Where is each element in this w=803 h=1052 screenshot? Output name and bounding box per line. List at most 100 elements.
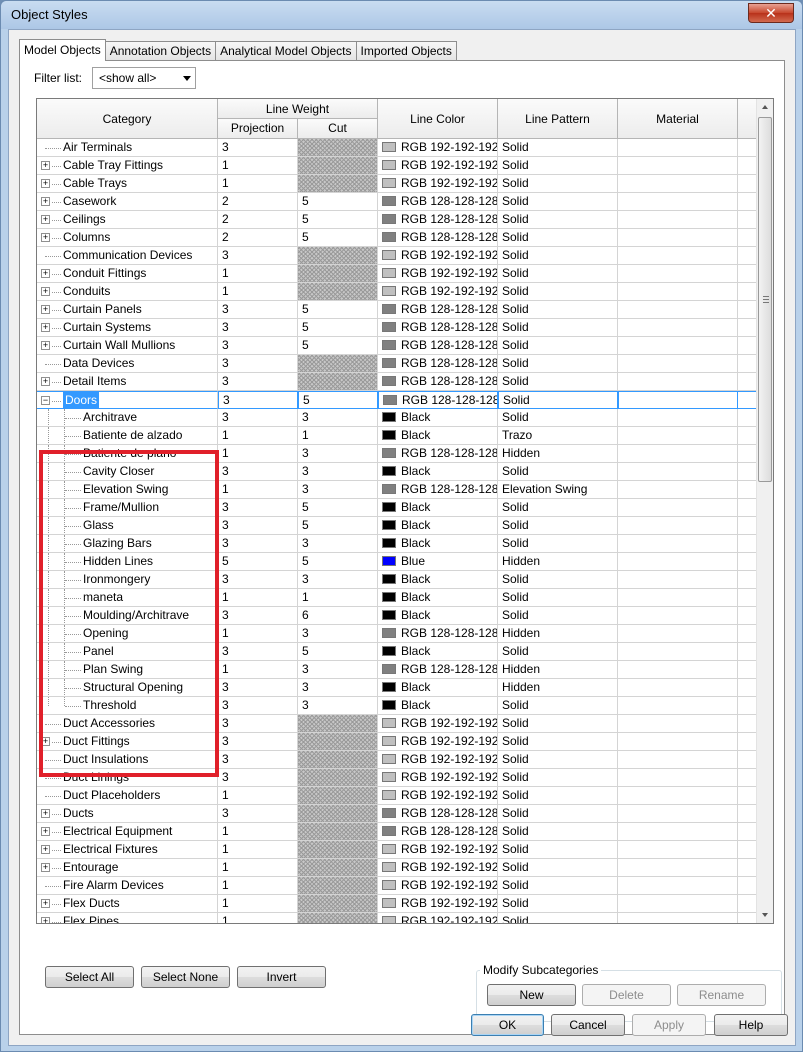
material-cell[interactable] — [618, 877, 738, 895]
line-pattern-cell[interactable]: Solid — [498, 265, 618, 283]
line-pattern-cell[interactable]: Solid — [498, 157, 618, 175]
cut-cell[interactable] — [298, 283, 378, 301]
line-pattern-cell[interactable]: Solid — [498, 535, 618, 553]
table-row[interactable]: Threshold 3 3 Black Solid — [37, 697, 757, 715]
category-cell[interactable]: Data Devices — [37, 355, 218, 373]
projection-cell[interactable]: 1 — [218, 625, 298, 643]
line-pattern-cell[interactable]: Solid — [498, 193, 618, 211]
line-color-cell[interactable]: RGB 192-192-192 — [378, 859, 498, 877]
tab-imported-objects[interactable]: Imported Objects — [355, 41, 457, 61]
projection-cell[interactable]: 3 — [218, 517, 298, 535]
rename-subcategory-button[interactable]: Rename — [677, 984, 766, 1006]
line-pattern-cell[interactable]: Solid — [498, 373, 618, 391]
material-cell[interactable] — [618, 463, 738, 481]
cut-cell[interactable] — [298, 805, 378, 823]
line-color-cell[interactable]: RGB 128-128-128 — [378, 481, 498, 499]
line-color-cell[interactable]: RGB 128-128-128 — [378, 625, 498, 643]
table-row[interactable]: Cavity Closer 3 3 Black Solid — [37, 463, 757, 481]
apply-button[interactable]: Apply — [632, 1014, 706, 1036]
material-cell[interactable] — [618, 535, 738, 553]
line-color-cell[interactable]: RGB 192-192-192 — [378, 751, 498, 769]
table-row[interactable]: + Detail Items 3 RGB 128-128-128 Solid — [37, 373, 757, 391]
cut-cell[interactable] — [298, 751, 378, 769]
cut-cell[interactable]: 1 — [298, 427, 378, 445]
line-color-cell[interactable]: Black — [378, 697, 498, 715]
cut-cell[interactable] — [298, 355, 378, 373]
cut-cell[interactable] — [298, 859, 378, 877]
line-color-cell[interactable]: RGB 192-192-192 — [378, 787, 498, 805]
projection-cell[interactable]: 3 — [218, 373, 298, 391]
table-row[interactable]: + Conduits 1 RGB 192-192-192 Solid — [37, 283, 757, 301]
category-cell[interactable]: + Duct Fittings — [37, 733, 218, 751]
table-row[interactable]: Hidden Lines 5 5 Blue Hidden — [37, 553, 757, 571]
scroll-up-button[interactable] — [757, 99, 773, 116]
table-row[interactable]: + Flex Pipes 1 RGB 192-192-192 Solid — [37, 913, 757, 923]
line-color-cell[interactable]: RGB 192-192-192 — [378, 769, 498, 787]
cut-cell[interactable]: 3 — [298, 625, 378, 643]
cut-cell[interactable]: 5 — [298, 517, 378, 535]
category-cell[interactable]: + Flex Pipes — [37, 913, 218, 923]
expand-icon[interactable]: + — [41, 827, 50, 836]
category-cell[interactable]: + Curtain Panels — [37, 301, 218, 319]
material-cell[interactable] — [618, 787, 738, 805]
material-cell[interactable] — [618, 643, 738, 661]
category-cell[interactable]: Elevation Swing — [37, 481, 218, 499]
line-color-cell[interactable]: Black — [378, 517, 498, 535]
category-cell[interactable]: + Flex Ducts — [37, 895, 218, 913]
line-pattern-cell[interactable]: Solid — [498, 787, 618, 805]
material-cell[interactable] — [618, 751, 738, 769]
line-color-cell[interactable]: Black — [378, 607, 498, 625]
material-cell[interactable] — [618, 373, 738, 391]
cut-cell[interactable]: 5 — [298, 643, 378, 661]
category-cell[interactable]: Cavity Closer — [37, 463, 218, 481]
line-pattern-cell[interactable]: Solid — [498, 895, 618, 913]
line-pattern-cell[interactable]: Solid — [498, 229, 618, 247]
material-cell[interactable] — [618, 409, 738, 427]
line-color-cell[interactable]: RGB 192-192-192 — [378, 247, 498, 265]
expand-icon[interactable]: + — [41, 377, 50, 386]
table-row[interactable]: Panel 3 5 Black Solid — [37, 643, 757, 661]
cut-cell[interactable]: 5 — [298, 499, 378, 517]
line-color-cell[interactable]: RGB 192-192-192 — [378, 841, 498, 859]
line-pattern-cell[interactable]: Solid — [498, 175, 618, 193]
line-color-cell[interactable]: Black — [378, 589, 498, 607]
table-row[interactable]: + Flex Ducts 1 RGB 192-192-192 Solid — [37, 895, 757, 913]
table-row[interactable]: + Curtain Wall Mullions 3 5 RGB 128-128-128 S… — [37, 337, 757, 355]
table-row[interactable]: maneta 1 1 Black Solid — [37, 589, 757, 607]
projection-cell[interactable]: 3 — [218, 409, 298, 427]
select-none-button[interactable]: Select None — [141, 966, 230, 988]
table-row[interactable]: Architrave 3 3 Black Solid — [37, 409, 757, 427]
cut-cell[interactable]: 5 — [298, 337, 378, 355]
projection-cell[interactable]: 1 — [218, 823, 298, 841]
projection-cell[interactable]: 1 — [218, 661, 298, 679]
line-color-cell[interactable]: RGB 192-192-192 — [378, 139, 498, 157]
material-cell[interactable] — [618, 427, 738, 445]
category-cell[interactable]: + Ducts — [37, 805, 218, 823]
projection-cell[interactable]: 2 — [218, 211, 298, 229]
cut-cell[interactable]: 5 — [298, 319, 378, 337]
material-cell[interactable] — [618, 175, 738, 193]
category-cell[interactable]: Glass — [37, 517, 218, 535]
expand-icon[interactable]: + — [41, 737, 50, 746]
projection-cell[interactable]: 3 — [218, 535, 298, 553]
projection-cell[interactable]: 5 — [218, 553, 298, 571]
projection-cell[interactable]: 2 — [218, 193, 298, 211]
line-color-cell[interactable]: Black — [378, 679, 498, 697]
ok-button[interactable]: OK — [471, 1014, 544, 1036]
expand-icon[interactable]: + — [41, 899, 50, 908]
cut-cell[interactable] — [298, 715, 378, 733]
line-pattern-cell[interactable]: Solid — [498, 805, 618, 823]
expand-icon[interactable]: + — [41, 863, 50, 872]
projection-cell[interactable]: 1 — [218, 481, 298, 499]
table-row[interactable]: Data Devices 3 RGB 128-128-128 Solid — [37, 355, 757, 373]
material-cell[interactable] — [618, 229, 738, 247]
line-pattern-cell[interactable]: Trazo — [498, 427, 618, 445]
category-cell[interactable]: Glazing Bars — [37, 535, 218, 553]
table-row[interactable]: + Curtain Systems 3 5 RGB 128-128-128 Solid — [37, 319, 757, 337]
projection-cell[interactable]: 3 — [218, 391, 298, 409]
expand-icon[interactable]: + — [41, 341, 50, 350]
line-pattern-cell[interactable]: Solid — [498, 247, 618, 265]
cut-cell[interactable] — [298, 175, 378, 193]
cut-cell[interactable]: 3 — [298, 463, 378, 481]
line-color-cell[interactable]: RGB 128-128-128 — [378, 805, 498, 823]
